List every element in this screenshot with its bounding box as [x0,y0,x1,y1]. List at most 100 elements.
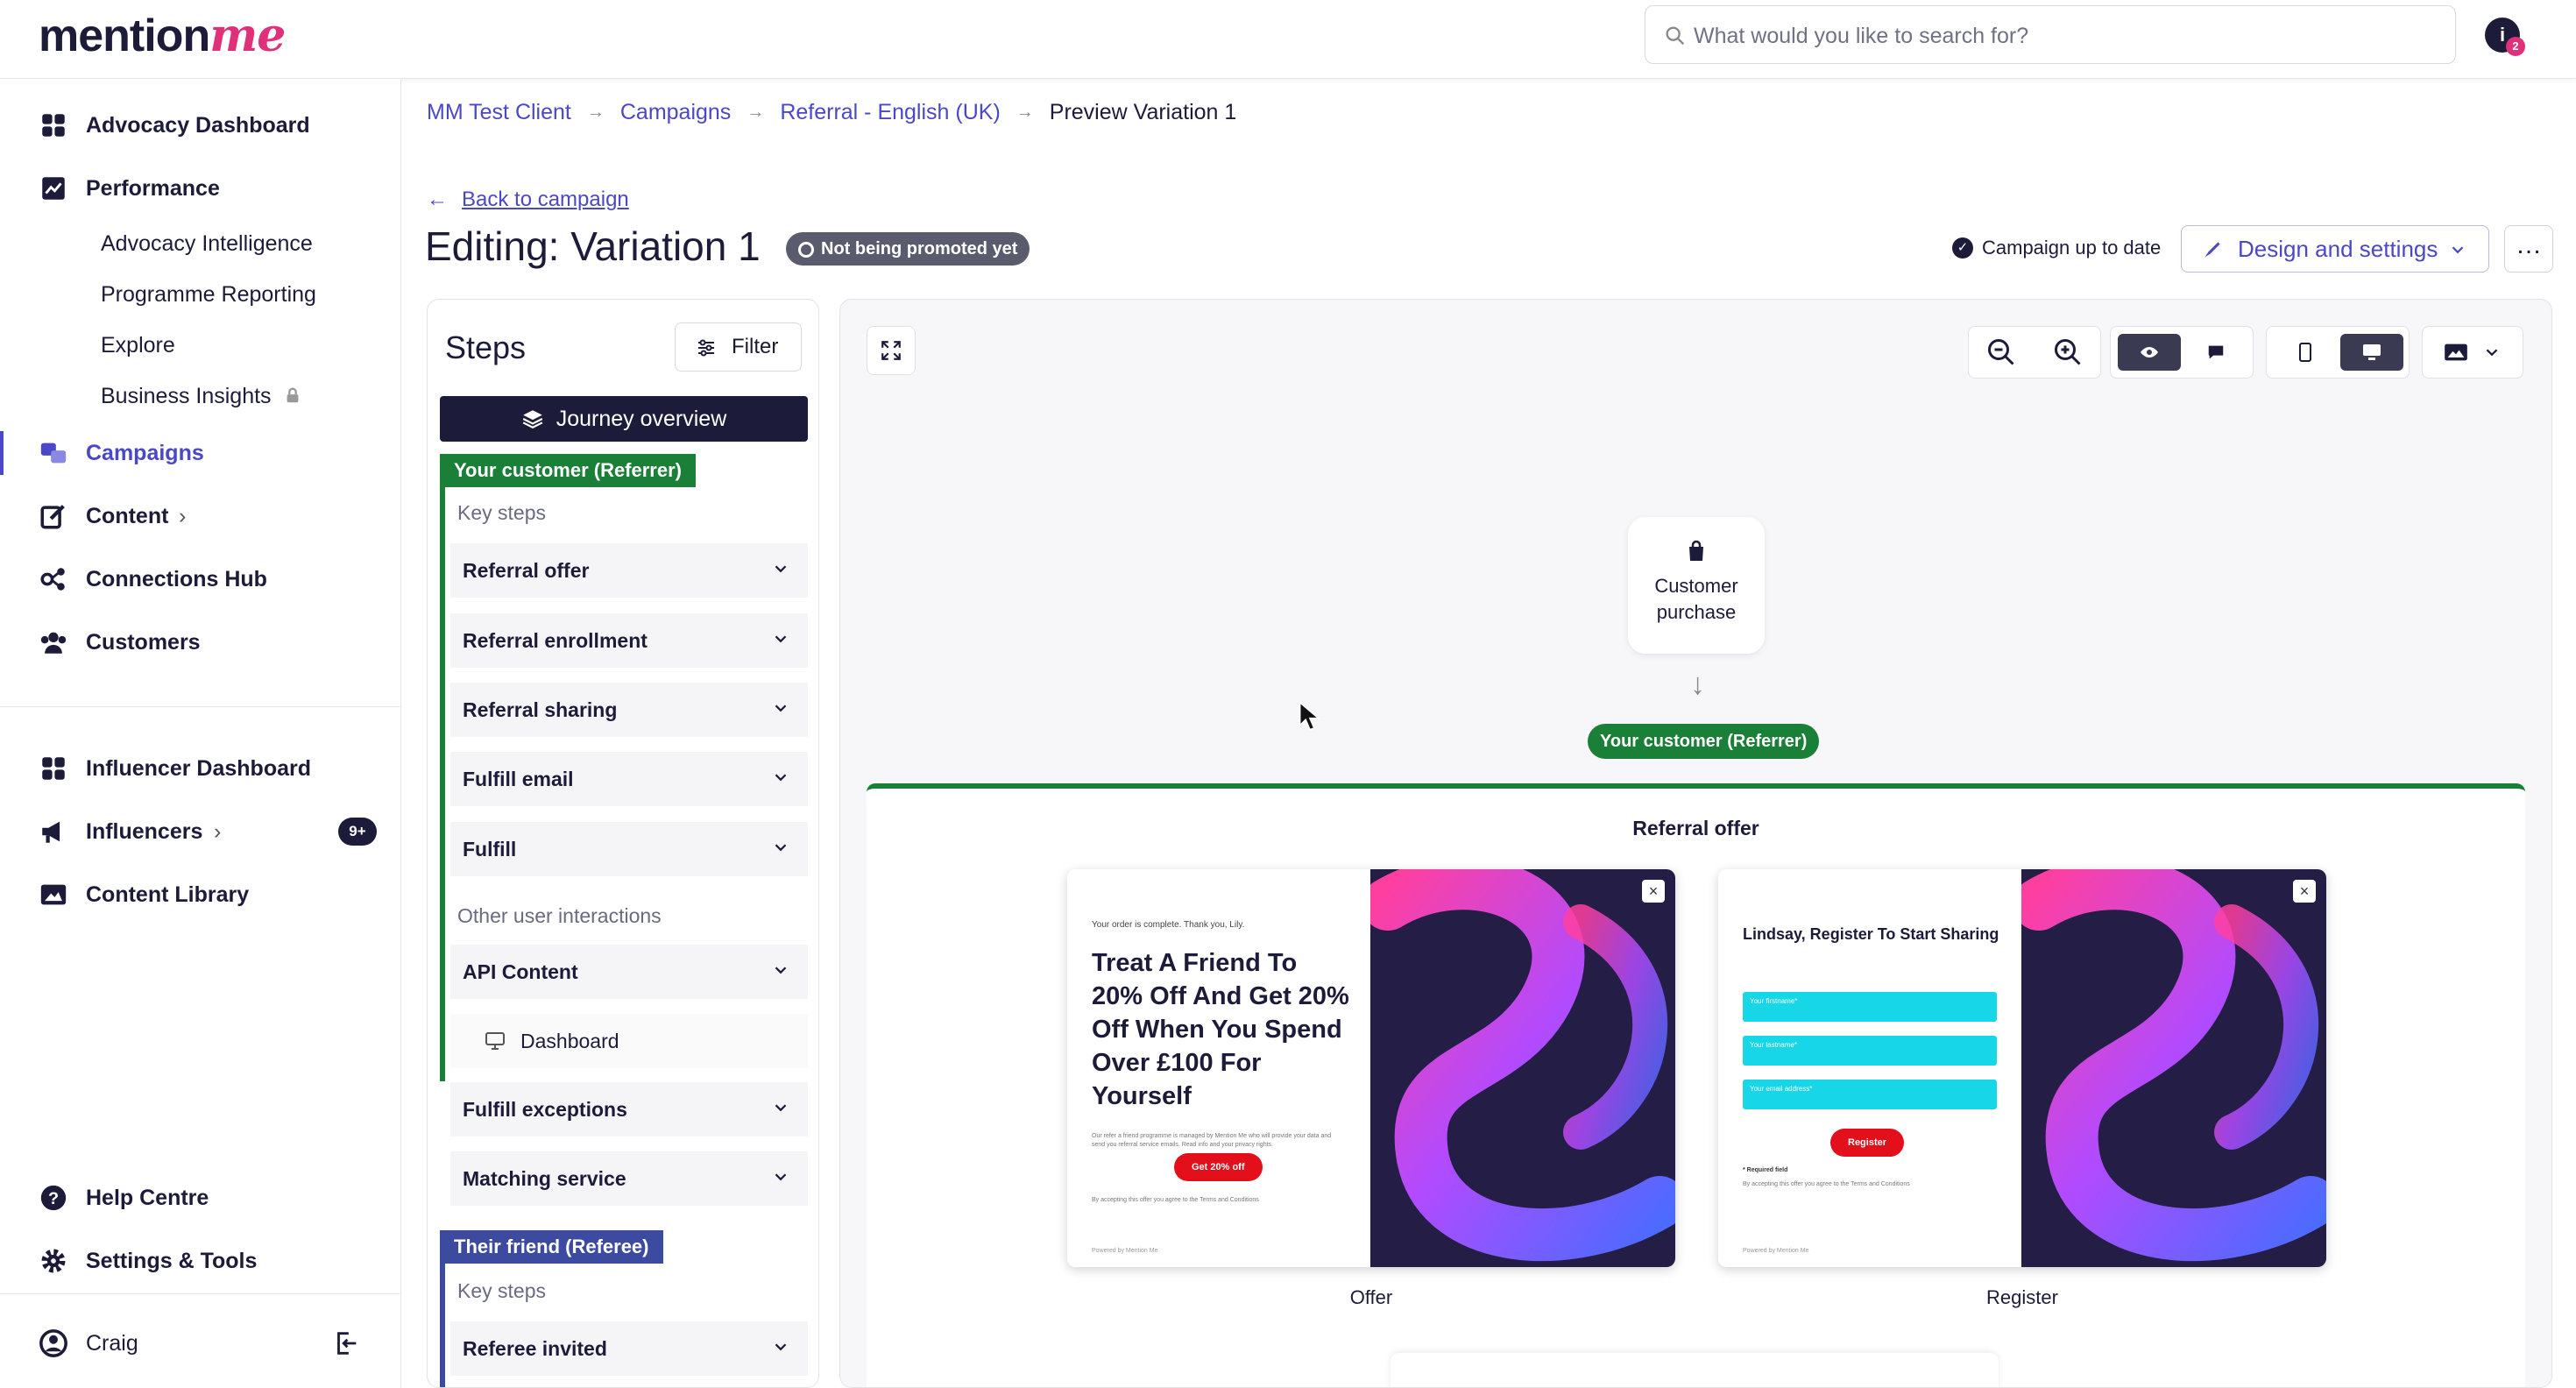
zoom-out-icon[interactable] [1985,336,2017,368]
register-preview-card[interactable]: Lindsay, Register To Start Sharing Your … [1718,869,2326,1267]
referee-group-tag: Their friend (Referee) [440,1230,663,1264]
sidebar-item-connections-hub[interactable]: Connections Hub [0,554,401,605]
mention-me-logo[interactable]: mentionme [39,9,286,62]
journey-overview-button[interactable]: Journey overview [440,396,808,442]
sidebar-item-influencer-dashboard[interactable]: Influencer Dashboard [0,743,401,794]
sidebar-item-advocacy-dashboard[interactable]: Advocacy Dashboard [0,100,401,151]
connections-icon [40,568,65,591]
sidebar-item-influencers[interactable]: Influencers › 9+ [0,806,401,857]
step-fulfill[interactable]: Fulfill [450,822,808,876]
chevron-down-icon [2452,246,2464,254]
sidebar-sub-explore[interactable]: Explore [101,333,175,358]
back-to-campaign-link[interactable]: ← Back to campaign [427,188,629,212]
breadcrumb: MM Test Client → Campaigns → Referral - … [427,100,1236,125]
register-card-image [2021,869,2326,1267]
step-api-content[interactable]: API Content [450,945,808,999]
search-icon [1666,26,1685,46]
step-referral-enrollment[interactable]: Referral enrollment [450,613,808,668]
sidebar-item-content-library[interactable]: Content Library [0,869,401,920]
ribbon-graphic [1370,869,1675,1262]
breadcrumb-campaigns[interactable]: Campaigns [620,100,731,125]
breadcrumb-client[interactable]: MM Test Client [427,100,571,125]
referrer-rail [440,485,445,1081]
filter-icon [698,339,714,357]
sidebar-item-campaigns[interactable]: Campaigns [0,428,401,478]
sidebar-sub-advocacy-intelligence[interactable]: Advocacy Intelligence [101,231,313,257]
sidebar-item-settings-tools[interactable]: Settings & Tools [0,1236,401,1286]
arrow-right-icon: → [586,103,605,122]
mouse-cursor-icon [1299,701,1320,731]
step-fulfill-exceptions[interactable]: Fulfill exceptions [450,1082,808,1137]
background-image-dropdown[interactable] [2422,326,2523,379]
offer-cta-button[interactable]: Get 20% off [1174,1153,1263,1181]
sidebar-item-label: Connections Hub [86,566,267,591]
sidebar-item-label: Content [86,503,169,528]
offer-preview-card[interactable]: Your order is complete. Thank you, Lily.… [1067,869,1675,1267]
referrer-pill: Your customer (Referrer) [1588,724,1820,759]
sidebar-item-label: Settings & Tools [86,1248,258,1273]
key-steps-label: Key steps [457,501,546,524]
next-card-peek [1391,1353,1999,1387]
sidebar-item-label: Influencer Dashboard [86,755,311,781]
chevron-right-icon: › [214,818,222,844]
offer-card-content: Your order is complete. Thank you, Lily.… [1067,869,1370,1267]
close-icon[interactable]: × [1642,880,1665,903]
user-avatar[interactable]: i2 [2485,18,2525,56]
register-headline: Lindsay, Register To Start Sharing [1743,925,1999,943]
mobile-view-button[interactable] [2274,334,2337,371]
lastname-field[interactable]: Your lastname* [1743,1036,1997,1066]
step-referral-sharing[interactable]: Referral sharing [450,683,808,737]
expand-icon [881,341,901,360]
firstname-field[interactable]: Your firstname* [1743,992,1997,1022]
sidebar-item-customers[interactable]: Customers [0,617,401,668]
design-and-settings-button[interactable]: Design and settings [2181,225,2489,273]
search-placeholder: What would you like to search for? [1694,24,2029,48]
breadcrumb-referral[interactable]: Referral - English (UK) [780,100,1000,125]
sidebar-sub-programme-reporting[interactable]: Programme Reporting [101,282,316,308]
preview-mode-button[interactable] [2118,334,2181,371]
grid-icon [42,757,65,780]
sidebar-sub-business-insights[interactable]: Business Insights [101,384,302,409]
desktop-view-button[interactable] [2340,334,2403,371]
sidebar-item-help-centre[interactable]: ? Help Centre [0,1172,401,1223]
customer-purchase-node[interactable]: Customer purchase [1628,517,1765,654]
sidebar-divider [0,1293,401,1294]
search-input[interactable]: What would you like to search for? [1645,5,2456,64]
chart-icon [42,177,65,200]
chevron-down-icon [775,1173,787,1181]
register-cta-button[interactable]: Register [1830,1129,1905,1157]
zoom-in-icon[interactable] [2052,336,2084,368]
chevron-down-icon [2486,349,2498,357]
logout-icon[interactable] [331,1328,361,1358]
comments-mode-button[interactable] [2184,334,2247,371]
chevron-down-icon [775,635,787,643]
brush-icon [2204,242,2220,258]
sidebar-item-label: Help Centre [86,1185,209,1210]
lock-icon [287,387,298,403]
sidebar-divider [0,706,401,707]
step-fulfill-email[interactable]: Fulfill email [450,752,808,806]
close-icon[interactable]: × [2293,880,2316,903]
fullscreen-button[interactable] [867,326,916,375]
view-mode-toggle [2110,326,2254,379]
sidebar-item-content[interactable]: Content › [0,491,401,542]
referral-offer-lane: Referral offer Your order is complete. T… [867,783,2525,1387]
check-circle-icon: ✓ [1952,237,1973,258]
chevron-down-icon [775,565,787,573]
step-dashboard[interactable]: Dashboard [450,1014,808,1068]
arrow-right-icon: → [1016,103,1034,122]
step-referee-invited[interactable]: Referee invited [450,1321,808,1376]
more-options-button[interactable]: … [2504,225,2553,273]
step-referral-offer[interactable]: Referral offer [450,543,808,598]
step-matching-service[interactable]: Matching service [450,1151,808,1206]
image-icon [40,884,67,905]
email-field[interactable]: Your email address* [1743,1080,1997,1109]
device-toggle [2266,326,2410,379]
steps-panel: Steps Filter Journey overview Your custo… [427,299,819,1388]
offer-card-label: Offer [1349,1286,1393,1308]
filter-button[interactable]: Filter [675,322,802,372]
top-bar: mentionme What would you like to search … [0,0,2576,79]
lane-title: Referral offer [1632,817,1759,839]
user-name: Craig [86,1330,138,1356]
sidebar-item-performance[interactable]: Performance [0,163,401,214]
